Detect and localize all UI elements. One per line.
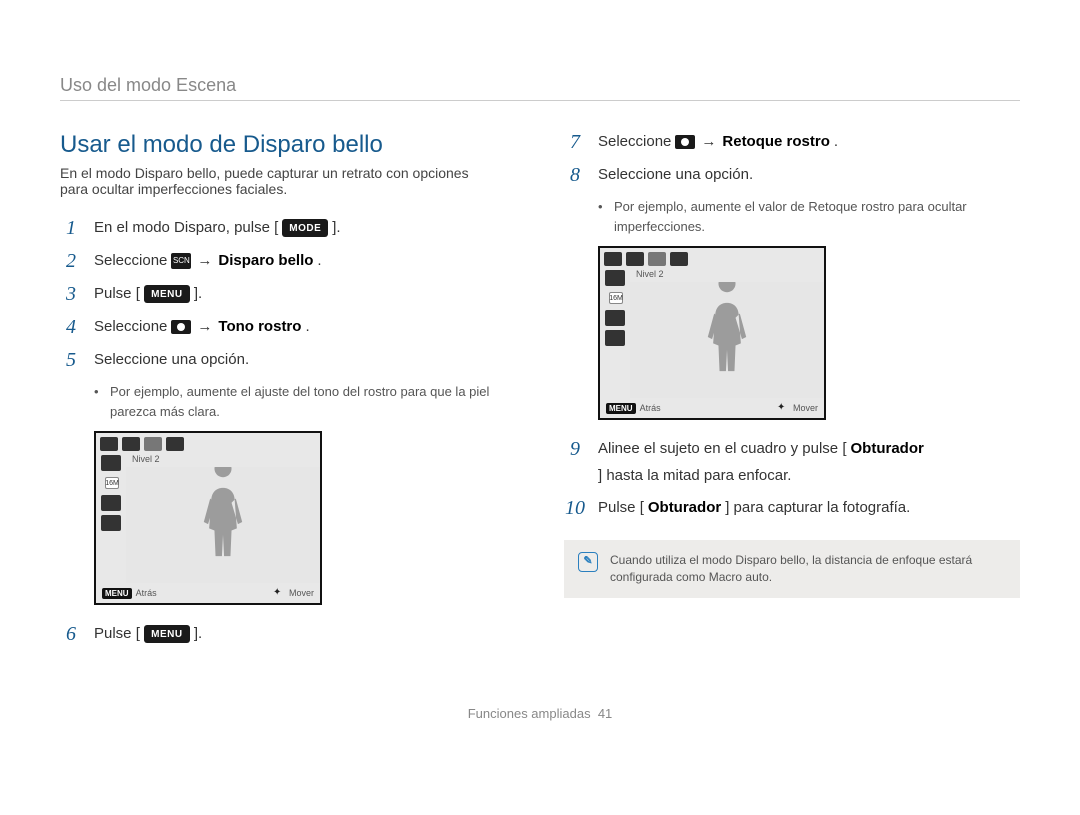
step-body: Seleccione una opción. [598, 164, 1020, 187]
person-silhouette-icon [695, 282, 759, 392]
steps-right-after: 9 Alinee el sujeto en el cuadro y pulse … [564, 438, 1020, 520]
device-stage [630, 282, 824, 398]
step-body: Seleccione → Retoque rostro. [598, 131, 1020, 154]
step-number: 3 [60, 283, 82, 306]
device-level-label: Nivel 2 [630, 266, 824, 282]
step-body: Pulse [ MENU ]. [94, 623, 516, 646]
page-title: Usar el modo de Disparo bello [60, 131, 516, 159]
step-number: 7 [564, 131, 586, 154]
nav-icon [777, 402, 789, 414]
info-icon: ✎ [578, 552, 598, 572]
arrow-icon: → [701, 131, 716, 154]
menu-button-icon: MENU [144, 625, 190, 643]
menu-button-icon: MENU [144, 285, 190, 303]
steps-left-after: 6 Pulse [ MENU ]. [60, 623, 516, 646]
step-number: 5 [60, 349, 82, 372]
info-box: ✎ Cuando utiliza el modo Disparo bello, … [564, 540, 1020, 598]
scn-icon: SCN [171, 253, 191, 269]
step-number: 6 [60, 623, 82, 646]
step-body: Pulse [Obturador] para capturar la fotog… [598, 497, 1020, 520]
device-top-tabs [600, 248, 824, 266]
step-number: 8 [564, 164, 586, 187]
info-text: Cuando utiliza el modo Disparo bello, la… [610, 552, 1006, 586]
mode-button-icon: MODE [282, 219, 328, 237]
nav-icon [273, 587, 285, 599]
device-side-icons: 16M [96, 451, 126, 583]
step-number: 4 [60, 316, 82, 339]
device-level-label: Nivel 2 [126, 451, 320, 467]
step-number: 2 [60, 250, 82, 273]
bullet-text: Por ejemplo, aumente el valor de Retoque… [598, 197, 1020, 236]
page-footer: Funciones ampliadas 41 [60, 706, 1020, 721]
device-top-tabs [96, 433, 320, 451]
step-body: Seleccione una opción. [94, 349, 516, 372]
divider [60, 100, 1020, 101]
camera-icon [675, 135, 695, 149]
step-number: 10 [564, 497, 586, 520]
steps-left: 1 En el modo Disparo, pulse [ MODE ]. 2 … [60, 217, 516, 372]
step-body: Alinee el sujeto en el cuadro y pulse [O… [598, 438, 1020, 487]
bullet-text: Por ejemplo, aumente el ajuste del tono … [94, 382, 516, 421]
camera-icon [171, 320, 191, 334]
step-body: Seleccione SCN → Disparo bello. [94, 250, 516, 273]
step-body: Pulse [ MENU ]. [94, 283, 516, 306]
person-silhouette-icon [191, 467, 255, 577]
device-footer: MENU Atrás Mover [96, 583, 320, 603]
device-stage [126, 467, 320, 583]
arrow-icon: → [197, 316, 212, 339]
device-side-icons: 16M [600, 266, 630, 398]
intro-text: En el modo Disparo bello, puede capturar… [60, 165, 480, 197]
step-body: En el modo Disparo, pulse [ MODE ]. [94, 217, 516, 240]
step-number: 1 [60, 217, 82, 240]
steps-right: 7 Seleccione → Retoque rostro. 8 Selecci… [564, 131, 1020, 187]
device-preview: 16M Nivel 2 MENU Atrás Mover [94, 431, 322, 605]
arrow-icon: → [197, 250, 212, 273]
breadcrumb: Uso del modo Escena [60, 75, 1020, 96]
step-body: Seleccione → Tono rostro. [94, 316, 516, 339]
device-preview: 16M Nivel 2 MENU Atrás Mover [598, 246, 826, 420]
device-footer: MENU Atrás Mover [600, 398, 824, 418]
step-number: 9 [564, 438, 586, 461]
